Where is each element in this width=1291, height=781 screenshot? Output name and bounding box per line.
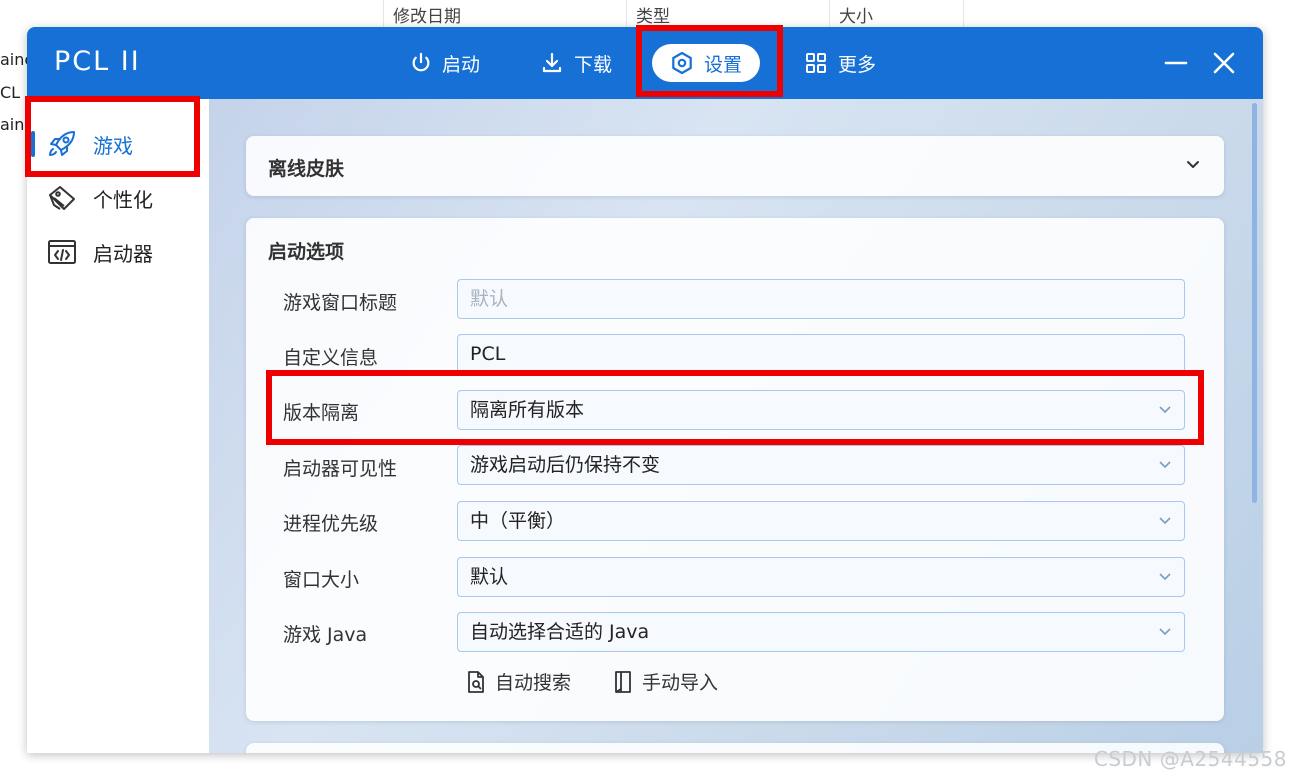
- explorer-divider: [829, 0, 830, 28]
- row-label-process-priority: 进程优先级: [283, 513, 379, 535]
- nav-more-label: 更多: [838, 53, 877, 76]
- app-title: PCL II: [54, 46, 141, 77]
- sidebar: 游戏 个性化 启动器: [27, 99, 209, 753]
- chevron-down-icon: [1159, 461, 1171, 469]
- sidebar-item-label: 个性化: [93, 187, 153, 212]
- nav-launch-label: 启动: [442, 53, 481, 76]
- row-label-launcher-visibility: 启动器可见性: [283, 458, 398, 480]
- chevron-down-icon[interactable]: [1184, 156, 1202, 174]
- highlight-box-version-isolation: [266, 370, 1204, 445]
- chevron-down-icon: [1159, 517, 1171, 525]
- row-label-window-size: 窗口大小: [283, 569, 360, 591]
- explorer-column-size[interactable]: 大小: [839, 0, 873, 28]
- card-title: 启动选项: [268, 241, 345, 263]
- nav-launch[interactable]: 启动: [410, 44, 480, 82]
- custom-info-input[interactable]: PCL: [457, 334, 1185, 374]
- row-label-window-title: 游戏窗口标题: [283, 292, 398, 314]
- explorer-column-type[interactable]: 类型: [636, 0, 670, 28]
- nav-download[interactable]: 下载: [540, 44, 612, 82]
- offline-skin-card[interactable]: 离线皮肤: [246, 136, 1224, 196]
- chevron-down-icon: [1159, 573, 1171, 581]
- chevron-down-icon: [1159, 628, 1171, 636]
- auto-search-button[interactable]: 自动搜索: [465, 668, 571, 695]
- explorer-item-fragment[interactable]: CL: [0, 83, 20, 102]
- power-icon: [412, 52, 430, 72]
- select-value: 中（平衡）: [470, 510, 566, 532]
- explorer-divider: [626, 0, 627, 28]
- process-priority-select[interactable]: 中（平衡）: [457, 501, 1185, 541]
- download-icon: [542, 52, 562, 73]
- explorer-column-date[interactable]: 修改日期: [393, 0, 461, 28]
- row-label-custom-info: 自定义信息: [283, 347, 379, 369]
- window-size-select[interactable]: 默认: [457, 557, 1185, 597]
- launcher-visibility-select[interactable]: 游戏启动后仍保持不变: [457, 445, 1185, 485]
- explorer-item-fragment[interactable]: ain: [0, 115, 24, 134]
- import-icon: [615, 670, 631, 693]
- highlight-box-game: [25, 96, 200, 177]
- auto-search-label: 自动搜索: [495, 672, 572, 694]
- nav-more[interactable]: 更多: [804, 44, 876, 82]
- game-java-select[interactable]: 自动选择合适的 Java: [457, 612, 1185, 652]
- minimize-icon[interactable]: [1162, 49, 1190, 77]
- watermark: CSDN @A2544558: [1093, 747, 1287, 771]
- scrollbar[interactable]: [1252, 103, 1257, 503]
- select-value: 游戏启动后仍保持不变: [470, 454, 661, 476]
- sidebar-item-personalize[interactable]: 个性化: [27, 175, 209, 221]
- manual-import-label: 手动导入: [642, 672, 719, 694]
- select-value: 默认: [470, 566, 509, 588]
- launch-options-card: 启动选项 游戏窗口标题 默认 自定义信息 PCL 版本隔离 隔离所有版本 启动器…: [246, 218, 1224, 721]
- file-search-icon: [468, 670, 484, 693]
- select-value: 自动选择合适的 Java: [470, 621, 650, 643]
- grid-icon: [806, 53, 826, 73]
- card-title: 离线皮肤: [268, 158, 345, 180]
- explorer-divider: [963, 0, 964, 28]
- code-window-icon: [48, 240, 76, 264]
- sidebar-item-launcher[interactable]: 启动器: [27, 229, 209, 275]
- highlight-box-settings: [636, 25, 783, 97]
- window-title-input[interactable]: 默认: [457, 279, 1185, 319]
- next-card: [246, 743, 1224, 753]
- sidebar-item-label: 启动器: [93, 241, 153, 266]
- manual-import-button[interactable]: 手动导入: [612, 668, 718, 695]
- row-label-game-java: 游戏 Java: [283, 624, 368, 646]
- palette-icon: [49, 186, 75, 210]
- close-icon[interactable]: [1210, 49, 1238, 77]
- nav-download-label: 下载: [574, 53, 613, 76]
- explorer-divider: [383, 0, 384, 28]
